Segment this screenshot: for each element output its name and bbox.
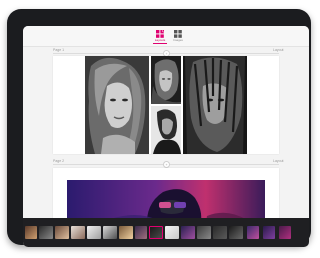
top-toolbar: Layouts Images bbox=[23, 26, 309, 47]
filmstrip-thumbnail[interactable] bbox=[181, 226, 195, 239]
layouts-tab[interactable]: Layouts bbox=[153, 29, 167, 44]
filmstrip-thumbnail[interactable] bbox=[87, 226, 101, 239]
filmstrip-thumbnail-selected[interactable] bbox=[149, 226, 163, 239]
filmstrip-thumbnail[interactable] bbox=[213, 226, 227, 239]
photo-slot-3[interactable] bbox=[151, 106, 181, 154]
photo-portrait-1 bbox=[85, 56, 149, 154]
filmstrip-thumbnail[interactable] bbox=[263, 226, 275, 239]
filmstrip-thumbnail[interactable] bbox=[165, 226, 179, 239]
filmstrip-thumbnail[interactable] bbox=[247, 226, 259, 239]
photo-slot-4[interactable] bbox=[183, 56, 247, 154]
photo-portrait-3 bbox=[151, 106, 181, 154]
filmstrip-thumbnail[interactable] bbox=[55, 226, 69, 239]
page-1-right-label: Layout bbox=[273, 48, 284, 52]
photo-slot-1[interactable] bbox=[85, 56, 149, 154]
photo-filmstrip[interactable] bbox=[23, 218, 309, 247]
app-screen: Layouts Images Page 1 Layout + Page 2 La… bbox=[23, 26, 309, 247]
filmstrip-thumbnail[interactable] bbox=[25, 226, 37, 239]
page-2-left-label: Page 2 bbox=[53, 159, 65, 163]
page-2-right-label: Layout bbox=[273, 159, 284, 163]
filmstrip-thumbnail[interactable] bbox=[229, 226, 243, 239]
images-tab-label: Images bbox=[173, 38, 183, 42]
layout-grid-icon bbox=[156, 30, 164, 38]
filmstrip-thumbnail[interactable] bbox=[39, 226, 53, 239]
add-page-button[interactable]: + bbox=[163, 161, 170, 168]
page-1[interactable] bbox=[53, 56, 279, 154]
filmstrip-thumbnail[interactable] bbox=[197, 226, 211, 239]
photo-portrait-4 bbox=[183, 56, 247, 154]
active-tab-indicator bbox=[153, 43, 167, 44]
tablet-device-frame: Layouts Images Page 1 Layout + Page 2 La… bbox=[7, 9, 311, 247]
filmstrip-thumbnail[interactable] bbox=[135, 226, 147, 239]
photo-slot-2[interactable] bbox=[151, 56, 181, 104]
photo-portrait-2 bbox=[151, 56, 181, 104]
filmstrip-thumbnail[interactable] bbox=[71, 226, 85, 239]
filmstrip-thumbnail[interactable] bbox=[119, 226, 133, 239]
images-icon bbox=[174, 30, 182, 38]
filmstrip-thumbnail[interactable] bbox=[279, 226, 291, 239]
layouts-tab-label: Layouts bbox=[154, 38, 166, 42]
page-1-left-label: Page 1 bbox=[53, 48, 65, 52]
filmstrip-thumbnail[interactable] bbox=[103, 226, 117, 239]
images-tab[interactable]: Images bbox=[171, 29, 185, 43]
